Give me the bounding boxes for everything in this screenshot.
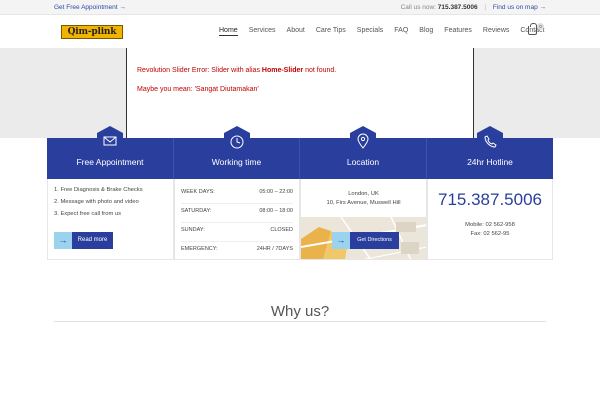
call-label: Call us now: — [400, 4, 436, 11]
phone-icon — [477, 126, 503, 154]
hours-row: EMERGENCY: 24HR / 7DAYS — [181, 246, 293, 252]
address-street: 10, Firs Avenue, Muswell Hill — [326, 200, 401, 206]
feature-header: 24hr Hotline — [427, 126, 553, 179]
feature-body: WEEK DAYS: 05:00 – 22:00 SATURDAY: 08:00 –… — [174, 179, 300, 260]
cart-icon[interactable] — [528, 23, 537, 35]
nav-item-about[interactable]: About — [287, 27, 305, 36]
cart-count-badge: 0 — [537, 23, 544, 30]
feature-title: Working time — [211, 157, 262, 167]
nav-item-faq[interactable]: FAQ — [394, 27, 408, 36]
hours-row: WEEK DAYS: 05:00 – 22:00 — [181, 185, 293, 204]
slider-suggestion: Maybe you mean: 'Sangat Diutamakan' — [137, 86, 259, 93]
nav-item-reviews[interactable]: Reviews — [483, 27, 509, 36]
fax-number: Fax: 02 562-95 — [470, 231, 510, 237]
hours-table: WEEK DAYS: 05:00 – 22:00 SATURDAY: 08:00 –… — [175, 179, 299, 261]
arrow-right-icon: → — [54, 232, 72, 249]
nav-item-specials[interactable]: Specials — [357, 27, 383, 36]
get-directions-label: Get Directions — [350, 232, 399, 249]
address: London, UK 10, Firs Avenue, Muswell Hill — [301, 179, 426, 208]
why-us-heading: Why us? — [270, 303, 330, 320]
features-section: Free Appointment 1. Free Diagnosis & Bra… — [47, 126, 553, 260]
top-contact-info: Call us now: 715.387.5006 | Find us on m… — [401, 4, 546, 11]
site-header: Qim-plink Home Services About Care Tips … — [0, 15, 600, 48]
feature-title: 24hr Hotline — [467, 157, 513, 167]
list-item: 2. Message with photo and video — [54, 199, 139, 205]
nav-item-home[interactable]: Home — [219, 27, 238, 36]
slider-error-message: Revolution Slider Error: Slider with ali… — [137, 67, 337, 74]
feature-title: Free Appointment — [76, 157, 144, 167]
hours-row: SUNDAY: CLOSED — [181, 223, 293, 242]
free-appointment-link[interactable]: Get Free Appointment → — [54, 4, 126, 11]
list-item: 3. Expect free call from us — [54, 211, 122, 217]
nav-item-features[interactable]: Features — [444, 27, 472, 36]
find-on-map-link[interactable]: Find us on map → — [493, 4, 546, 11]
feature-header: Free Appointment — [47, 126, 174, 179]
feature-header: Location — [300, 126, 427, 179]
nav-item-blog[interactable]: Blog — [419, 27, 433, 36]
address-city: London, UK — [348, 191, 379, 197]
call-number[interactable]: 715.387.5006 — [438, 4, 478, 11]
divider: | — [484, 4, 487, 11]
envelope-icon — [97, 126, 123, 154]
logo[interactable]: Qim-plink — [61, 25, 123, 39]
hours-row: SATURDAY: 08:00 – 18:00 — [181, 204, 293, 223]
slider-alias: Home-Slider — [261, 67, 304, 74]
get-directions-button[interactable]: → Get Directions — [332, 232, 399, 249]
feature-title: Location — [346, 157, 380, 167]
top-bar: Get Free Appointment → Call us now: 715.… — [0, 0, 600, 15]
nav-item-services[interactable]: Services — [249, 27, 276, 36]
nav-item-care-tips[interactable]: Care Tips — [316, 27, 346, 36]
feature-body: 1. Free Diagnosis & Brake Checks 2. Mess… — [47, 179, 174, 260]
main-nav: Home Services About Care Tips Specials F… — [219, 27, 556, 36]
hotline-number[interactable]: 715.387.5006 — [428, 179, 552, 210]
section-divider — [54, 321, 546, 322]
appointment-list: 1. Free Diagnosis & Brake Checks 2. Mess… — [48, 179, 173, 217]
feature-header: Working time — [174, 126, 300, 179]
read-more-button[interactable]: → Read more — [54, 232, 113, 249]
hotline-details: Mobile: 02 562-958 Fax: 02 562-95 — [428, 221, 552, 239]
mobile-number: Mobile: 02 562-958 — [465, 222, 515, 228]
feature-body: 715.387.5006 Mobile: 02 562-958 Fax: 02 … — [427, 179, 553, 260]
hero-slider-area: Revolution Slider Error: Slider with ali… — [0, 48, 600, 144]
feature-body: London, UK 10, Firs Avenue, Muswell Hill… — [300, 179, 427, 260]
slider-error-box: Revolution Slider Error: Slider with ali… — [126, 48, 474, 144]
arrow-right-icon: → — [332, 232, 350, 249]
read-more-label: Read more — [72, 232, 113, 249]
map-pin-icon — [350, 126, 376, 154]
clock-icon — [223, 126, 250, 154]
list-item: 1. Free Diagnosis & Brake Checks — [54, 187, 143, 193]
